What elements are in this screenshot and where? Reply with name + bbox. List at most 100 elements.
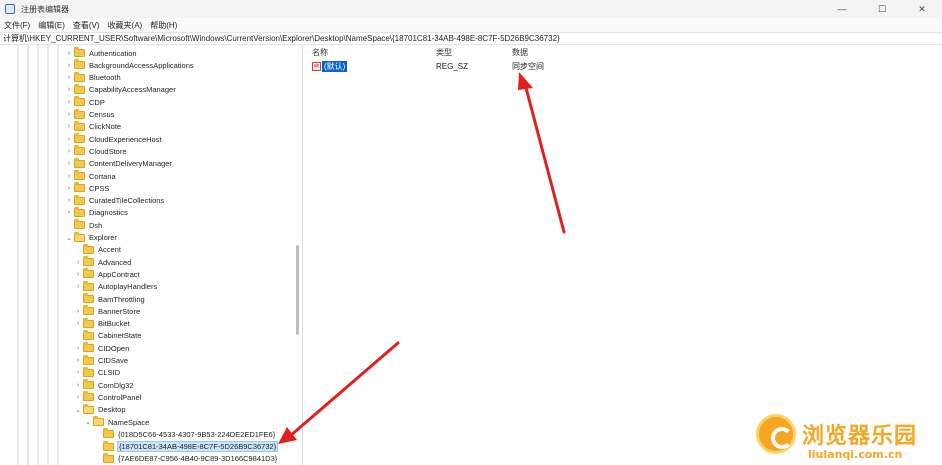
values-list-pane[interactable]: 名称 类型 数据 ab (默认) REG_SZ 同步空间 <box>304 45 942 465</box>
folder-icon <box>74 71 85 82</box>
chevron-right-icon[interactable]: › <box>64 123 74 130</box>
chevron-right-icon[interactable]: › <box>64 136 74 143</box>
chevron-right-icon[interactable]: › <box>64 173 74 180</box>
tree-item[interactable]: › CuratedTileCollections <box>64 194 165 207</box>
tree-guide-lines <box>17 45 59 465</box>
tree-item[interactable]: {018D5C66-4533-4307-9B53-224DE2ED1FE6} <box>93 428 276 440</box>
chevron-right-icon[interactable]: › <box>73 357 83 364</box>
folder-icon <box>83 243 94 254</box>
value-row[interactable]: ab (默认) REG_SZ 同步空间 <box>304 61 942 73</box>
tree-item[interactable]: ⌄ Explorer <box>64 231 118 244</box>
tree-item[interactable]: › Bluetooth <box>64 71 122 84</box>
column-header-name[interactable]: 名称 <box>312 47 328 58</box>
menu-favorites[interactable]: 收藏夹(A) <box>104 20 147 31</box>
menu-edit[interactable]: 编辑(E) <box>34 20 69 31</box>
tree-item-label: Desktop <box>98 405 126 415</box>
chevron-right-icon[interactable]: › <box>73 394 83 401</box>
chevron-right-icon[interactable]: › <box>64 99 74 106</box>
chevron-right-icon[interactable]: › <box>64 209 74 216</box>
tree-item[interactable]: › ClickNote <box>64 120 122 133</box>
column-header-type[interactable]: 类型 <box>436 47 452 58</box>
tree-item[interactable]: › ContentDeliveryManager <box>64 157 173 170</box>
chevron-right-icon[interactable]: › <box>73 259 83 266</box>
window-title: 注册表编辑器 <box>21 4 69 14</box>
chevron-right-icon[interactable]: › <box>64 50 74 57</box>
tree-item[interactable]: › CDP <box>64 96 106 108</box>
chevron-down-icon[interactable]: ⌄ <box>73 406 83 414</box>
tree-item[interactable]: › Cortana <box>64 170 117 182</box>
chevron-down-icon[interactable]: ⌄ <box>64 234 74 242</box>
tree-item[interactable]: › ControlPanel <box>73 391 142 403</box>
maximize-button[interactable]: ☐ <box>862 0 902 18</box>
minimize-button[interactable]: — <box>822 0 862 18</box>
tree-item-label: BitBucket <box>98 319 130 329</box>
tree-item[interactable]: › Authentication <box>64 47 138 59</box>
chevron-right-icon[interactable]: › <box>64 160 74 167</box>
folder-icon <box>74 47 85 57</box>
chevron-right-icon[interactable]: › <box>73 345 83 352</box>
tree-item-label: ClickNote <box>89 122 122 132</box>
tree-item[interactable]: Accent <box>73 243 122 256</box>
tree-item-label: ContentDeliveryManager <box>89 159 172 169</box>
tree-item-label: CuratedTileCollections <box>89 196 165 206</box>
tree-item[interactable]: › BitBucket <box>73 317 131 330</box>
tree-item-label: CIDOpen <box>98 343 130 353</box>
tree-item[interactable]: › AutoplayHandlers <box>73 280 158 293</box>
tree-item[interactable]: BamThrottling <box>73 293 146 305</box>
chevron-right-icon[interactable]: › <box>64 185 74 192</box>
chevron-right-icon[interactable]: › <box>73 382 83 389</box>
tree-item[interactable]: Dsh <box>64 219 103 231</box>
tree-item[interactable]: › Diagnostics <box>64 206 129 219</box>
value-data: 同步空间 <box>512 62 544 71</box>
folder-icon <box>74 182 85 193</box>
chevron-right-icon[interactable]: › <box>73 271 83 278</box>
chevron-right-icon[interactable]: › <box>64 62 74 69</box>
chevron-right-icon[interactable]: › <box>73 283 83 290</box>
tree-item[interactable]: ⌄ Desktop <box>73 403 127 416</box>
chevron-right-icon[interactable]: › <box>64 74 74 81</box>
tree-item[interactable]: CabinetState <box>73 329 142 342</box>
value-name[interactable]: (默认) <box>322 61 348 72</box>
close-button[interactable]: ✕ <box>902 0 942 18</box>
tree-item[interactable]: › CloudExperienceHost <box>64 133 163 145</box>
chevron-right-icon[interactable]: › <box>64 86 74 93</box>
tree-item[interactable]: ⌄ NameSpace <box>83 416 150 428</box>
tree-item[interactable]: › CapabilityAccessManager <box>64 83 177 96</box>
tree-scrollbar-thumb[interactable] <box>296 245 299 335</box>
tree-item[interactable]: › CPSS <box>64 182 110 194</box>
tree-item-label: CPSS <box>89 183 110 193</box>
tree-item-label: Bluetooth <box>89 73 121 83</box>
address-bar[interactable]: 计算机\HKEY_CURRENT_USER\Software\Microsoft… <box>0 32 942 45</box>
tree-item[interactable]: › Advanced <box>73 256 132 268</box>
tree-item[interactable]: › CIDSave <box>73 354 129 367</box>
tree-item-label: CapabilityAccessManager <box>89 85 176 95</box>
tree-item[interactable]: › ComDlg32 <box>73 379 134 391</box>
tree-item-label: Accent <box>98 245 121 255</box>
tree-item[interactable]: › Census <box>64 108 115 121</box>
tree-item-label: CDP <box>89 97 105 107</box>
tree-item[interactable]: › CIDOpen <box>73 342 130 354</box>
chevron-right-icon[interactable]: › <box>73 320 83 327</box>
tree-item-label: ControlPanel <box>98 392 142 402</box>
chevron-right-icon[interactable]: › <box>64 148 74 155</box>
menu-view[interactable]: 查看(V) <box>69 20 104 31</box>
tree-item[interactable]: › AppContract <box>73 268 141 280</box>
tree-item-label: BackgroundAccessApplications <box>89 60 194 70</box>
tree-item[interactable]: › CLSID <box>73 366 121 379</box>
column-header-data[interactable]: 数据 <box>512 47 528 58</box>
chevron-down-icon[interactable]: ⌄ <box>83 418 93 426</box>
window-controls: — ☐ ✕ <box>822 0 942 18</box>
key-tree-pane[interactable]: › Authentication › BackgroundAccessApplicat… <box>0 45 303 465</box>
chevron-right-icon[interactable]: › <box>73 369 83 376</box>
menu-file[interactable]: 文件(F) <box>0 20 34 31</box>
tree-item[interactable]: {18701C81-34AB-498E-8C7F-5D26B9C36732} <box>93 440 279 453</box>
menu-help[interactable]: 帮助(H) <box>146 20 181 31</box>
chevron-right-icon[interactable]: › <box>64 197 74 204</box>
tree-item[interactable]: › BannerStore <box>73 305 141 317</box>
tree-item[interactable]: › BackgroundAccessApplications <box>64 59 195 71</box>
tree-item[interactable]: {7AE6DE87-C956-4B40-9C89-3D166C9841D3} <box>93 452 278 465</box>
tree-item[interactable]: › CloudStore <box>64 145 128 157</box>
tree-item-label: CloudExperienceHost <box>89 134 162 144</box>
chevron-right-icon[interactable]: › <box>73 308 83 315</box>
chevron-right-icon[interactable]: › <box>64 111 74 118</box>
